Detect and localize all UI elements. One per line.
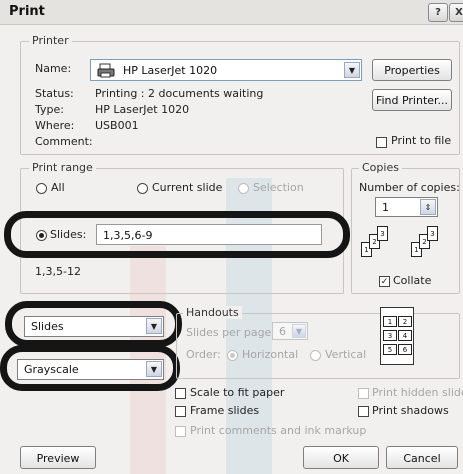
printer-name-select[interactable]: HP LaserJet 1020 ▼ bbox=[90, 59, 362, 81]
printer-name-value: HP LaserJet 1020 bbox=[123, 64, 218, 77]
handout-cell: 3 bbox=[383, 330, 397, 341]
slides-per-page-select[interactable]: 6 ▼ bbox=[272, 322, 308, 340]
horizontal-radio[interactable] bbox=[227, 350, 238, 361]
ok-button[interactable]: OK bbox=[303, 446, 379, 469]
collate-checkbox[interactable]: ✓ bbox=[379, 276, 390, 287]
printer-group-label: Printer bbox=[29, 34, 72, 47]
status-label: Status: bbox=[35, 87, 74, 100]
handout-cell: 1 bbox=[383, 316, 397, 327]
selection-radio[interactable] bbox=[238, 183, 249, 194]
where-value: USB001 bbox=[95, 119, 139, 132]
type-label: Type: bbox=[35, 103, 64, 116]
status-value: Printing : 2 documents waiting bbox=[95, 87, 264, 100]
all-radio[interactable] bbox=[36, 183, 47, 194]
print-hidden-slides-label: Print hidden slides bbox=[372, 386, 463, 399]
copies-value: 1 bbox=[382, 201, 389, 214]
print-what-value: Slides bbox=[31, 320, 64, 333]
print-range-label: Print range bbox=[29, 161, 96, 174]
slides-radio[interactable] bbox=[36, 230, 47, 241]
print-to-file-label: Print to file bbox=[391, 134, 452, 147]
selection-label: Selection bbox=[253, 181, 304, 194]
color-value: Grayscale bbox=[24, 363, 79, 376]
collate-icon-group-2: 1 2 3 bbox=[411, 225, 451, 265]
handouts-group-label: Handouts bbox=[183, 306, 242, 319]
print-shadows-checkbox[interactable] bbox=[358, 406, 369, 417]
spinner-arrows-icon[interactable]: ⇕ bbox=[420, 199, 436, 215]
type-value: HP LaserJet 1020 bbox=[95, 103, 190, 116]
handout-cell: 4 bbox=[398, 330, 412, 341]
preview-button[interactable]: Preview bbox=[20, 446, 96, 469]
scale-to-fit-label: Scale to fit paper bbox=[190, 386, 285, 399]
print-comments-checkbox[interactable] bbox=[175, 426, 186, 437]
handout-cell: 6 bbox=[398, 344, 412, 355]
order-label: Order: bbox=[186, 348, 221, 361]
window-title: Print bbox=[9, 4, 45, 19]
copies-spinner[interactable]: 1 ⇕ bbox=[375, 197, 438, 217]
all-label: All bbox=[51, 181, 65, 194]
collate-icon-group-1: 1 2 3 bbox=[361, 225, 401, 265]
where-label: Where: bbox=[35, 119, 75, 132]
chevron-down-icon[interactable]: ▼ bbox=[146, 361, 162, 377]
slides-per-page-value: 6 bbox=[279, 325, 286, 338]
vertical-radio[interactable] bbox=[310, 350, 321, 361]
help-icon[interactable]: ? bbox=[428, 3, 448, 22]
print-dialog: Print ? X Printer Name: HP LaserJet 1020… bbox=[0, 0, 463, 474]
collate-page-icon: 3 bbox=[427, 226, 438, 241]
vertical-label: Vertical bbox=[325, 348, 367, 361]
slides-per-page-label: Slides per page: bbox=[186, 326, 276, 339]
properties-button[interactable]: Properties bbox=[372, 59, 452, 81]
scale-to-fit-checkbox[interactable] bbox=[175, 388, 186, 399]
slides-input[interactable]: 1,3,5,6-9 bbox=[96, 224, 322, 245]
frame-slides-checkbox[interactable] bbox=[175, 406, 186, 417]
printer-icon bbox=[97, 63, 117, 81]
print-what-select[interactable]: Slides ▼ bbox=[24, 316, 164, 337]
chevron-down-icon[interactable]: ▼ bbox=[344, 62, 360, 78]
current-slide-label: Current slide bbox=[152, 181, 223, 194]
handout-layout-preview: 1 2 3 4 5 6 bbox=[380, 307, 414, 365]
color-select[interactable]: Grayscale ▼ bbox=[17, 359, 164, 380]
printer-name-label: Name: bbox=[35, 62, 72, 75]
collate-page-icon: 3 bbox=[377, 226, 388, 241]
print-comments-label: Print comments and ink markup bbox=[190, 424, 367, 437]
comment-label: Comment: bbox=[35, 135, 93, 148]
print-to-file-checkbox[interactable] bbox=[376, 137, 387, 148]
slides-label: Slides: bbox=[50, 228, 87, 241]
number-of-copies-label: Number of copies: bbox=[359, 181, 460, 194]
print-shadows-label: Print shadows bbox=[372, 404, 449, 417]
horizontal-label: Horizontal bbox=[242, 348, 299, 361]
cancel-button[interactable]: Cancel bbox=[386, 446, 458, 469]
frame-slides-label: Frame slides bbox=[190, 404, 260, 417]
chevron-down-icon[interactable]: ▼ bbox=[292, 324, 306, 338]
title-bar[interactable]: Print ? X bbox=[0, 0, 463, 25]
close-icon[interactable]: X bbox=[449, 3, 463, 22]
handout-cell: 5 bbox=[383, 344, 397, 355]
current-slide-radio[interactable] bbox=[137, 183, 148, 194]
find-printer-button[interactable]: Find Printer... bbox=[372, 89, 452, 111]
print-hidden-slides-checkbox[interactable] bbox=[358, 388, 369, 399]
collate-label: Collate bbox=[393, 274, 432, 287]
copies-group-label: Copies bbox=[359, 161, 402, 174]
slides-hint-text: 1,3,5-12 bbox=[35, 265, 81, 278]
handout-cell: 2 bbox=[398, 316, 412, 327]
chevron-down-icon[interactable]: ▼ bbox=[146, 318, 162, 334]
slides-input-value: 1,3,5,6-9 bbox=[103, 229, 153, 242]
handouts-group bbox=[176, 313, 460, 379]
